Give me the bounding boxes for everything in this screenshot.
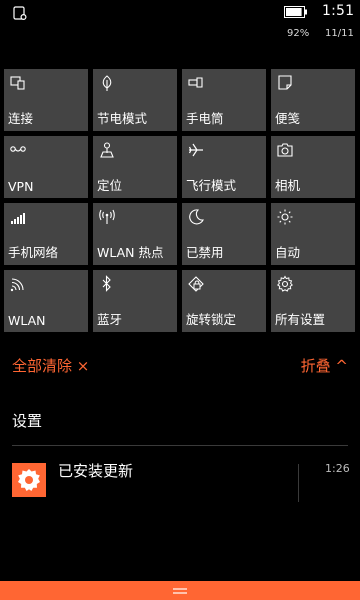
quick-action-label: VPN	[8, 179, 34, 194]
quick-action-brightness[interactable]: 自动	[271, 203, 355, 265]
notification-title: 已安装更新	[58, 462, 134, 480]
quick-action-airplane[interactable]: 飞行模式	[182, 136, 266, 198]
grip-icon	[173, 588, 187, 594]
quick-action-rotation-lock[interactable]: 旋转锁定	[182, 270, 266, 332]
divider	[298, 464, 299, 502]
vpn-icon	[10, 146, 26, 152]
divider	[12, 445, 348, 446]
battery-icon	[284, 6, 307, 18]
drag-handle[interactable]	[0, 581, 360, 600]
wifi-icon	[10, 278, 24, 292]
quick-action-flashlight[interactable]: 手电筒	[182, 69, 266, 131]
battery-percent: 92%	[287, 28, 310, 39]
quick-action-all-settings[interactable]: 所有设置	[271, 270, 355, 332]
quick-action-bluetooth[interactable]: 蓝牙	[93, 270, 177, 332]
quick-action-label: 节电模式	[97, 111, 148, 126]
hotspot-icon	[99, 209, 115, 224]
status-bar: 1:51 92% 11/11	[0, 0, 360, 50]
location-icon	[100, 142, 114, 158]
quick-action-label: 自动	[275, 245, 301, 260]
quick-action-hotspot[interactable]: WLAN 热点	[93, 203, 177, 265]
connect-icon	[10, 76, 25, 90]
moon-icon	[189, 209, 204, 225]
quick-action-label: 已禁用	[186, 245, 224, 260]
action-center: 1:51 92% 11/11 连接 节电模式 手电筒 便笺 VPN 定位 飞行模…	[0, 0, 360, 600]
quick-action-label: 蓝牙	[97, 312, 123, 327]
quick-action-label: WLAN 热点	[97, 245, 164, 260]
quick-action-camera[interactable]: 相机	[271, 136, 355, 198]
quick-action-label: 相机	[275, 178, 301, 193]
note-icon	[278, 75, 292, 90]
quick-action-label: 连接	[8, 111, 34, 126]
notification-status-icon	[13, 6, 27, 21]
quick-action-label: WLAN	[8, 313, 46, 328]
quick-action-label: 手机网络	[8, 245, 59, 260]
battery-saver-icon	[102, 75, 112, 91]
camera-icon	[277, 143, 293, 157]
notification-item[interactable]: 已安装更新 1:26	[0, 454, 360, 504]
clear-all-button[interactable]: 全部清除 ×	[12, 355, 89, 376]
rotation-lock-icon	[188, 276, 204, 292]
collapse-button[interactable]: 折叠 ^	[301, 355, 348, 376]
notification-time: 1:26	[325, 462, 350, 475]
quick-action-label: 飞行模式	[186, 178, 237, 193]
quick-action-label: 手电筒	[186, 111, 224, 126]
quick-actions-grid: 连接 节电模式 手电筒 便笺 VPN 定位 飞行模式 相机 手机网络 WLAN …	[4, 69, 356, 332]
quick-action-label: 所有设置	[275, 312, 326, 327]
quick-action-connect[interactable]: 连接	[4, 69, 88, 131]
quick-action-label: 便笺	[275, 111, 301, 126]
quick-action-battery-saver[interactable]: 节电模式	[93, 69, 177, 131]
flashlight-icon	[188, 77, 203, 88]
settings-app-icon	[12, 463, 46, 497]
quick-action-cellular[interactable]: 手机网络	[4, 203, 88, 265]
quick-action-quiet-hours[interactable]: 已禁用	[182, 203, 266, 265]
quick-action-label: 定位	[97, 178, 123, 193]
quick-action-vpn[interactable]: VPN	[4, 136, 88, 198]
brightness-icon	[277, 209, 293, 225]
status-time: 1:51	[322, 3, 355, 19]
notification-group-title: 设置	[12, 412, 43, 430]
quick-action-wlan[interactable]: WLAN	[4, 270, 88, 332]
settings-icon	[277, 275, 293, 292]
quick-action-label: 旋转锁定	[186, 312, 237, 327]
action-row: 全部清除 × 折叠 ^	[0, 350, 360, 382]
bluetooth-icon	[102, 275, 111, 292]
status-date: 11/11	[325, 28, 354, 39]
airplane-icon	[188, 143, 203, 157]
quick-action-location[interactable]: 定位	[93, 136, 177, 198]
cellular-icon	[11, 213, 25, 224]
gear-icon	[18, 469, 40, 491]
quick-action-note[interactable]: 便笺	[271, 69, 355, 131]
